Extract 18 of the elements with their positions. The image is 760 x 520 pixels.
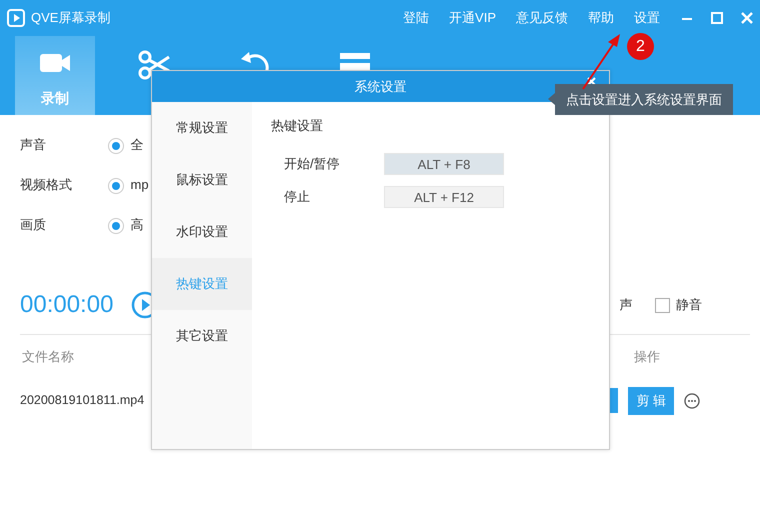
setting-label: 声音 [20, 136, 47, 154]
column-header: 操作 [634, 348, 660, 366]
radio-label: 全 [130, 136, 144, 154]
file-name-cell-text: 20200819101811.mp4 [20, 392, 144, 410]
setting-label: 画质 [20, 216, 47, 234]
column-header: 文件名称 [22, 348, 74, 366]
hotkey-label: 停止 [284, 188, 311, 206]
hotkey-label: 开始/暂停 [284, 155, 341, 174]
setting-label: 视频格式 [20, 176, 73, 194]
checkbox-label: 静音 [676, 296, 702, 314]
radio-label: mp [130, 176, 149, 194]
window-title: QVE屏幕录制 [31, 9, 110, 28]
tooltip: 点击设置进入系统设置界面 [548, 84, 733, 115]
radio-label: 高 [130, 216, 144, 234]
dialog-title: 系统设置 [354, 78, 406, 96]
section-title: 热键设置 [271, 117, 324, 135]
timer-text: 00:00:00 [20, 290, 114, 320]
audio-option-label: 声 [620, 296, 632, 314]
